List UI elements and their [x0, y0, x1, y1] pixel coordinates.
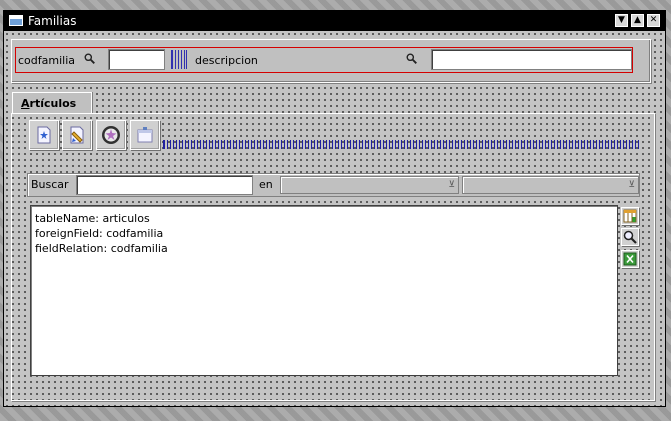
- view-record-button[interactable]: [130, 120, 160, 150]
- en-label: en: [259, 178, 273, 191]
- result-line: fieldRelation: codfamilia: [35, 242, 168, 255]
- result-line: foreignField: codfamilia: [35, 227, 164, 240]
- zoom-icon: [623, 230, 637, 244]
- delete-record-icon: [102, 126, 120, 144]
- filter-panel: codfamilia descripcion: [11, 39, 651, 83]
- window-icon: [9, 15, 23, 26]
- field-combo[interactable]: ⊻: [280, 176, 459, 194]
- new-record-button[interactable]: [29, 120, 59, 150]
- tab-articulos[interactable]: Artículos: [12, 92, 92, 114]
- combo-arrow-icon: ⊻: [628, 180, 635, 190]
- codfamilia-label: codfamilia: [18, 54, 75, 67]
- operator-combo[interactable]: ⊻: [462, 176, 639, 194]
- new-record-icon: [37, 126, 51, 144]
- codfamilia-input[interactable]: [108, 49, 165, 70]
- window-title: Familias: [28, 14, 77, 28]
- view-record-icon: [137, 127, 153, 143]
- excel-export-icon: [623, 252, 637, 266]
- table-config-button[interactable]: [621, 207, 639, 225]
- toolbar-splitter[interactable]: [163, 140, 639, 149]
- magnifier-icon[interactable]: [84, 53, 96, 65]
- result-line: tableName: articulos: [35, 212, 150, 225]
- buscar-input[interactable]: [76, 175, 253, 195]
- maximize-button[interactable]: ▲: [631, 14, 644, 27]
- edit-record-button[interactable]: [62, 120, 92, 150]
- search-bar: Buscar en ⊻ ⊻: [27, 173, 640, 197]
- relation-info-area[interactable]: tableName: articulos foreignField: codfa…: [30, 205, 618, 376]
- descripcion-label: descripcion: [195, 54, 258, 67]
- edit-record-icon: [70, 126, 84, 144]
- filter-splitter[interactable]: [171, 50, 187, 69]
- buscar-label: Buscar: [31, 178, 69, 191]
- delete-record-button[interactable]: [96, 120, 126, 150]
- close-button[interactable]: ✕: [647, 14, 660, 27]
- titlebar[interactable]: Familias ▼ ▲ ✕: [4, 11, 665, 31]
- zoom-button[interactable]: [621, 228, 639, 246]
- descripcion-input[interactable]: [431, 49, 632, 70]
- tab-articulos-label: Artículos: [21, 97, 77, 110]
- minimize-button[interactable]: ▼: [615, 14, 628, 27]
- excel-export-button[interactable]: [621, 250, 639, 268]
- table-config-icon: [623, 209, 637, 223]
- combo-arrow-icon: ⊻: [448, 180, 455, 190]
- filter-box: codfamilia descripcion: [15, 47, 633, 73]
- magnifier-icon[interactable]: [406, 53, 418, 65]
